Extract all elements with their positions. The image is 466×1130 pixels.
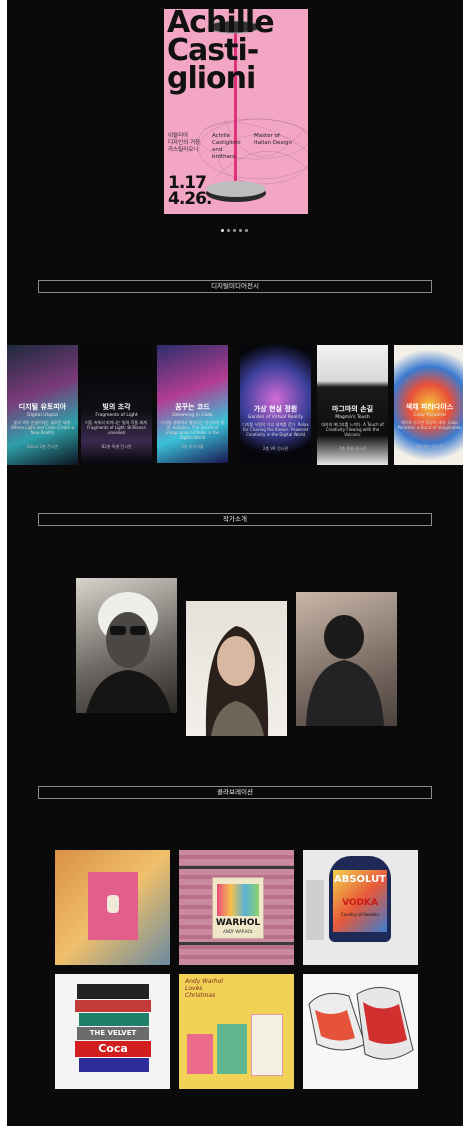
- shelf-line-2: [179, 942, 294, 945]
- exhibition-venue: 1층 메인 전시관: [415, 444, 444, 449]
- book-1: [77, 984, 149, 999]
- artist-portrait-1-image: [86, 592, 171, 713]
- carousel-dot[interactable]: [239, 229, 242, 232]
- exhibition-subtitle: Dreaming in Code: [172, 413, 213, 418]
- absolut-word: ABSOLUT: [333, 874, 387, 885]
- exhibition-venue: 2층 미디어홀: [181, 444, 204, 449]
- exhibition-card[interactable]: 마그마의 손길 Magma's Touch 대지의 에너지를 느끼다. A Touc…: [317, 345, 388, 465]
- book-6: [79, 1058, 149, 1072]
- artist-portrait-2-image: [205, 626, 269, 736]
- book-coca: Coca: [75, 1041, 151, 1057]
- exhibition-card[interactable]: 꿈꾸는 코드 Dreaming in Code 디지털 세계에서 펼쳐지는 상상력의…: [157, 345, 228, 463]
- pin-icon: [107, 895, 119, 913]
- exhibition-desc: 대지의 에너지를 느끼다. A Touch of Creativity Flow…: [321, 422, 384, 437]
- carousel-dot[interactable]: [233, 229, 236, 232]
- exhibition-subtitle: Color Paradise: [413, 413, 446, 418]
- collab-christmas[interactable]: Andy Warhol Loves Christmas: [179, 974, 294, 1089]
- christmas-card-1: [187, 1034, 213, 1074]
- exhibition-subtitle: Magma's Touch: [335, 415, 370, 420]
- exhibition-subtitle: Fragments of Light: [95, 413, 138, 418]
- section-collab-title: 콜라보레이션: [38, 786, 432, 799]
- exhibition-title: 꿈꾸는 코드: [175, 403, 210, 411]
- absolut-bottle: ABSOLUT VODKA Country of Sweden: [329, 856, 391, 942]
- warhol-box-sub: ANDY WARHOL: [223, 929, 253, 934]
- exhibition-venue: Seoul 3층 전시관: [27, 444, 58, 449]
- exhibition-venue: 3층 특별 전시관: [338, 446, 367, 451]
- exhibition-desc: 어둠 속에서 피어나는 빛의 작품 세계. Fragments of Light…: [85, 420, 148, 435]
- exhibition-title: 빛의 조각: [102, 403, 131, 411]
- exhibition-card[interactable]: 디지털 유토피아 Digital Utopia 빛과 색이 만들어내는 새로운 세계…: [7, 345, 78, 465]
- vodka-word: VODKA: [342, 898, 378, 908]
- page-frame: Achille Casti- glioni 이탈리아 디자인의 거장 카스틸리오…: [7, 0, 463, 1126]
- book-3: [79, 1013, 149, 1026]
- carousel-dots: [221, 229, 251, 235]
- collab-sneakers[interactable]: [303, 974, 418, 1089]
- exhibition-card[interactable]: 색채 파라다이스 Color Paradise 색으로 가득한 환상의 세계. Co…: [394, 345, 463, 465]
- carousel-dot[interactable]: [245, 229, 248, 232]
- book-2: [75, 1000, 151, 1012]
- absolut-figure: [306, 880, 324, 940]
- exhibition-title: 마그마의 손길: [331, 405, 374, 413]
- section-digital-title: 디지털미디어전시: [38, 280, 432, 293]
- artist-portrait-3[interactable]: [296, 592, 397, 726]
- artist-portrait-1[interactable]: [76, 578, 177, 713]
- poster-korean-text: 이탈리아 디자인의 거장 카스틸리오니: [168, 133, 201, 153]
- poster-name-text: Achille Castiglioni and brothers.: [212, 133, 241, 160]
- collab-absolut[interactable]: ABSOLUT VODKA Country of Sweden: [303, 850, 418, 965]
- christmas-title: Andy Warhol Loves Christmas: [185, 978, 224, 999]
- warhol-box-label: WARHOL: [215, 918, 261, 928]
- collab-pin-card[interactable]: [55, 850, 170, 965]
- artist-portrait-3-image: [306, 615, 384, 726]
- section-artists-title: 작가소개: [38, 513, 432, 526]
- exhibition-card[interactable]: 가상 현실 정원 Garden of Virtual Reality 디지털 낙원의…: [240, 345, 311, 465]
- christmas-card-3: [251, 1014, 283, 1076]
- vodka-sub: Country of Sweden: [340, 912, 380, 917]
- christmas-card-2: [217, 1024, 247, 1074]
- shelf-line-1: [179, 866, 294, 869]
- exhibition-title: 가상 현실 정원: [253, 405, 298, 413]
- exhibition-subtitle: Digital Utopia: [27, 413, 58, 418]
- poster-subtitle-text: Master of Italian Design: [254, 133, 292, 146]
- exhibition-desc: 빛과 색이 만들어내는 새로운 세계. Where Light and Colo…: [10, 420, 75, 435]
- exhibition-subtitle: Garden of Virtual Reality: [247, 415, 304, 420]
- collab-warhol-shelf[interactable]: WARHOL ANDY WARHOL: [179, 850, 294, 965]
- poster-title-line3: glioni: [167, 61, 256, 96]
- sneakers-image: [308, 987, 414, 1060]
- carousel-dot[interactable]: [221, 229, 224, 232]
- exhibition-desc: 디지털 낙원의 가상 세계를 걷다. Relax for Chasing the…: [242, 422, 309, 437]
- exhibition-venue: 2층 VR 전시관: [262, 446, 289, 451]
- collab-books[interactable]: THE VELVET Coca: [55, 974, 170, 1089]
- warhol-box-art: [217, 884, 259, 916]
- exhibition-card[interactable]: 빛의 조각 Fragments of Light 어둠 속에서 피어나는 빛의 작품…: [81, 345, 152, 465]
- exhibition-title: 색채 파라다이스: [405, 403, 454, 411]
- book-velvet: THE VELVET: [77, 1027, 149, 1040]
- exhibition-desc: 디지털 세계에서 펼쳐지는 상상력의 향연. Solution: The Sec…: [160, 420, 225, 440]
- carousel-dot[interactable]: [227, 229, 230, 232]
- artist-portrait-2[interactable]: [186, 601, 287, 736]
- exhibition-title: 디지털 유토피아: [18, 403, 67, 411]
- exhibition-desc: 색으로 가득한 환상의 세계. Color Paradise: a Burst …: [397, 420, 462, 430]
- poster-dates: 1.17 4.26.: [168, 173, 212, 209]
- hero-poster[interactable]: Achille Casti- glioni 이탈리아 디자인의 거장 카스틸리오…: [164, 9, 308, 214]
- warhol-box: WARHOL ANDY WARHOL: [212, 877, 264, 939]
- exhibition-venue: B2층 특별 전시관: [101, 444, 132, 449]
